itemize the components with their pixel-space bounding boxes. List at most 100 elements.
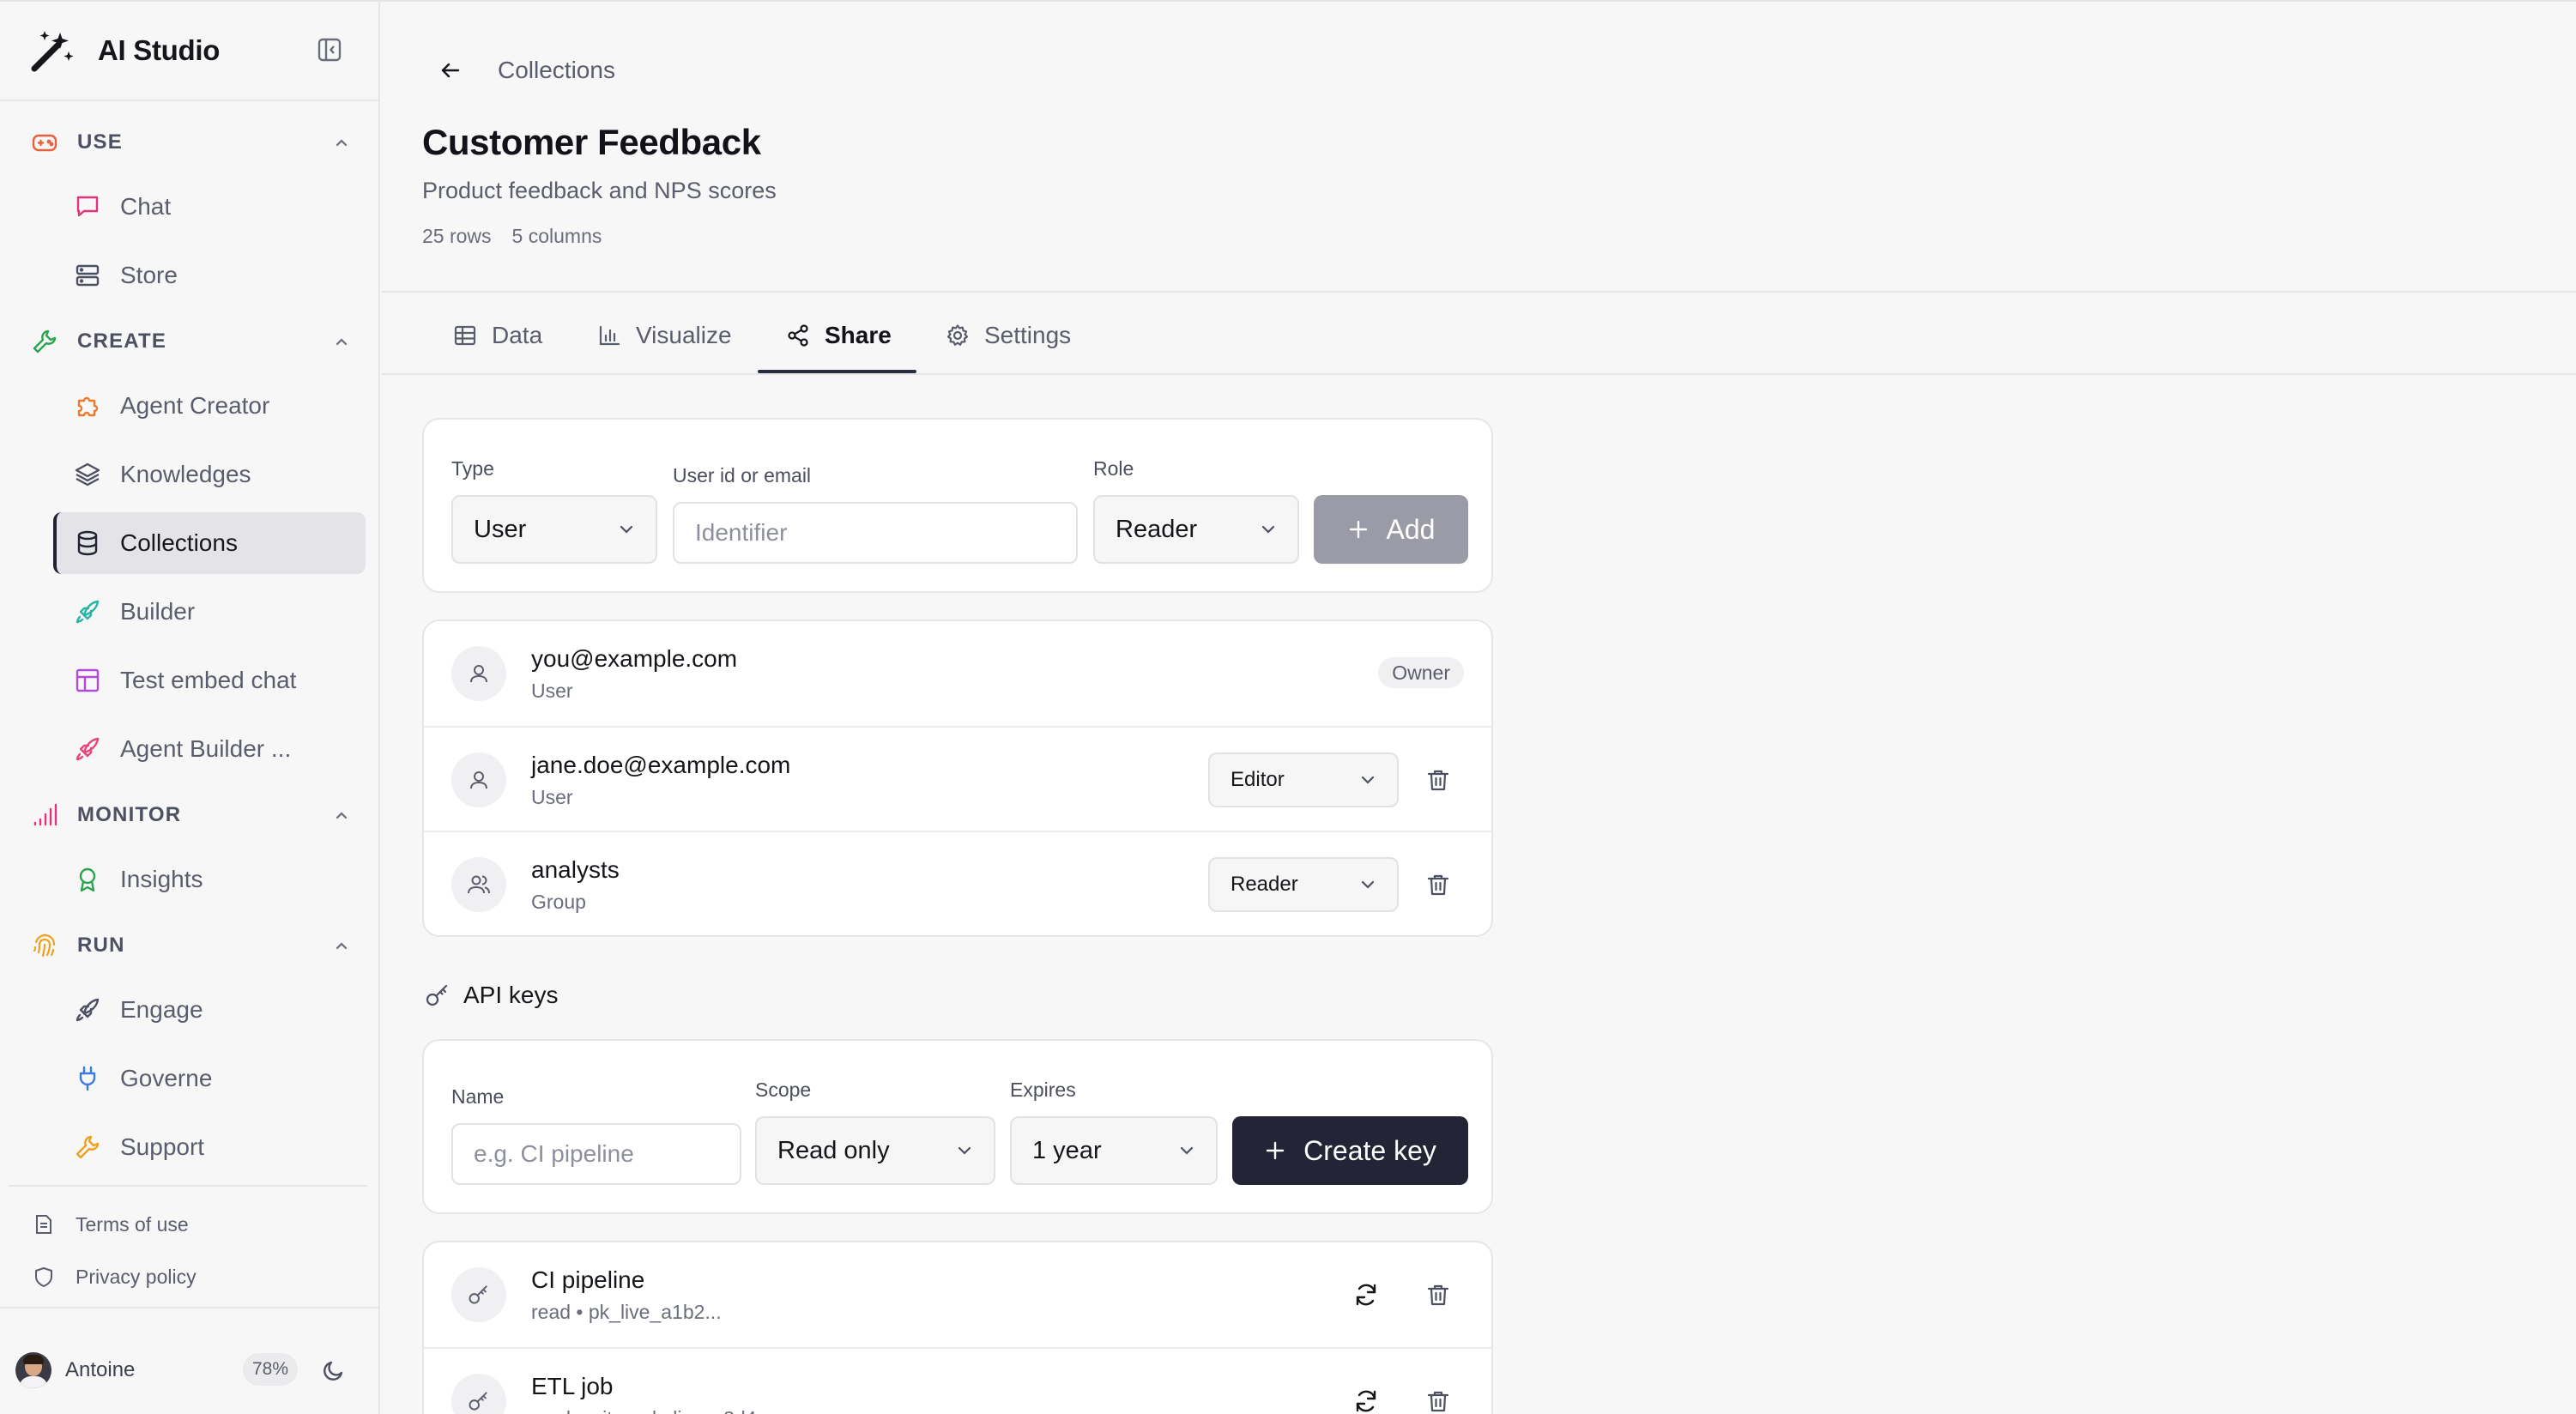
key-name-label: Name: [451, 1085, 505, 1108]
arrow-left-icon[interactable]: [433, 53, 468, 88]
app-title: AI Studio: [98, 34, 221, 66]
sidebar-item-store[interactable]: Store: [53, 245, 366, 306]
tab-data[interactable]: Data: [450, 298, 542, 373]
plus-icon: [1349, 520, 1367, 539]
page-meta: 25 rows 5 columns: [422, 225, 602, 248]
trash-icon[interactable]: [1423, 1386, 1454, 1414]
member-role-value: Reader: [1231, 873, 1298, 896]
tab-label: Data: [492, 322, 543, 348]
tab-settings[interactable]: Settings: [943, 298, 1071, 373]
chevron-down-icon: [1255, 516, 1282, 543]
api-key-detail: read_write • pk_live_c3d4...: [531, 1407, 773, 1414]
column-count: 5 columns: [511, 225, 602, 247]
tabs-divider: [382, 373, 2576, 375]
sidebar-item-builder[interactable]: Builder: [53, 581, 366, 643]
share-form-card: Type User User id or email Role Reader A…: [422, 418, 1493, 593]
expires-select[interactable]: 1 year: [1010, 1116, 1218, 1185]
expires-label: Expires: [1010, 1079, 1076, 1101]
user-bar[interactable]: Antoine 78%: [15, 1349, 367, 1392]
refresh-icon[interactable]: [1351, 1279, 1382, 1310]
sidebar-item-label: Knowledges: [120, 461, 251, 487]
member-row: analysts Group Reader: [424, 831, 1491, 935]
users-icon: [451, 857, 506, 912]
role-label: Role: [1093, 457, 1134, 480]
type-label: Type: [451, 457, 494, 480]
api-key-detail: read • pk_live_a1b2...: [531, 1301, 722, 1323]
tab-label: Visualize: [636, 322, 732, 348]
scope-select-value: Read only: [777, 1136, 890, 1164]
privacy-policy-link[interactable]: Privacy policy: [29, 1260, 197, 1294]
terms-of-use-link[interactable]: Terms of use: [29, 1207, 189, 1242]
member-name: analysts: [531, 856, 620, 883]
refresh-icon[interactable]: [1351, 1386, 1382, 1414]
api-keys-list-card: CI pipeline read • pk_live_a1b2... ETL j…: [422, 1241, 1493, 1414]
sidebar-item-engage[interactable]: Engage: [53, 979, 366, 1041]
privacy-policy-label: Privacy policy: [76, 1265, 197, 1288]
shield-icon: [29, 1262, 58, 1291]
tab-share[interactable]: Share: [783, 298, 892, 373]
sidebar-item-agent-builder[interactable]: Agent Builder ...: [53, 718, 366, 780]
puzzle-icon: [70, 389, 105, 423]
create-key-button[interactable]: Create key: [1232, 1116, 1468, 1185]
server-icon: [70, 258, 105, 293]
breadcrumb[interactable]: Collections: [498, 57, 615, 84]
wrench-icon: [70, 1130, 105, 1164]
page-title: Customer Feedback: [422, 122, 761, 162]
user-name: Antoine: [65, 1358, 136, 1381]
key-name-input[interactable]: [474, 1140, 740, 1168]
sidebar-item-knowledges[interactable]: Knowledges: [53, 444, 366, 505]
sidebar-item-collections[interactable]: Collections: [53, 512, 366, 574]
sidebar-item-label: Engage: [120, 996, 203, 1023]
type-select-value: User: [474, 515, 527, 543]
member-name: jane.doe@example.com: [531, 752, 791, 778]
member-role-select[interactable]: Editor: [1208, 752, 1399, 807]
section-run[interactable]: RUN: [29, 927, 355, 964]
usage-badge: 78%: [243, 1353, 298, 1386]
sidebar-item-label: Collections: [120, 529, 238, 556]
user-id-input[interactable]: [695, 519, 1076, 547]
sidebar-item-label: Chat: [120, 193, 172, 220]
sidebar-item-agent-creator[interactable]: Agent Creator: [53, 375, 366, 437]
key-icon: [451, 1374, 506, 1414]
tab-label: Share: [825, 322, 892, 348]
sidebar-item-chat[interactable]: Chat: [53, 176, 366, 238]
sidebar-item-governe[interactable]: Governe: [53, 1048, 366, 1109]
section-monitor-label: MONITOR: [77, 803, 182, 826]
sidebar-item-label: Governe: [120, 1065, 213, 1091]
trash-icon[interactable]: [1423, 1279, 1454, 1310]
tab-visualize[interactable]: Visualize: [595, 298, 732, 373]
terms-of-use-label: Terms of use: [76, 1212, 189, 1236]
fingerprint-icon: [29, 930, 60, 961]
section-monitor[interactable]: MONITOR: [29, 796, 355, 834]
role-select[interactable]: Reader: [1093, 495, 1299, 564]
section-create-label: CREATE: [77, 329, 167, 353]
user-icon: [451, 752, 506, 807]
member-kind: Group: [531, 891, 586, 913]
section-use[interactable]: USE: [29, 124, 355, 161]
add-button[interactable]: Add: [1314, 495, 1468, 564]
sidebar-divider: [0, 100, 380, 101]
section-create[interactable]: CREATE: [29, 323, 355, 360]
layout-icon: [70, 663, 105, 698]
sidebar-item-label: Builder: [120, 598, 196, 625]
chevron-down-icon: [1173, 1137, 1200, 1164]
api-key-form-card: Name Scope Read only Expires 1 year Crea…: [422, 1039, 1493, 1214]
add-button-label: Add: [1386, 513, 1436, 545]
trash-icon[interactable]: [1423, 869, 1454, 900]
sidebar-item-label: Store: [120, 262, 178, 288]
type-select[interactable]: User: [451, 495, 657, 564]
chevron-up-icon: [328, 129, 355, 156]
trash-icon[interactable]: [1423, 764, 1454, 795]
award-icon: [70, 862, 105, 897]
sidebar-collapse-icon[interactable]: [312, 33, 347, 67]
row-count: 25 rows: [422, 225, 492, 247]
scope-select[interactable]: Read only: [755, 1116, 995, 1185]
header-divider: [382, 291, 2576, 293]
moon-icon[interactable]: [316, 1352, 352, 1388]
sidebar-item-insights[interactable]: Insights: [53, 849, 366, 910]
member-role-select[interactable]: Reader: [1208, 857, 1399, 912]
chevron-down-icon: [613, 516, 640, 543]
main-content: Collections Customer Feedback Product fe…: [382, 2, 2576, 1414]
sidebar-item-support[interactable]: Support: [53, 1116, 366, 1178]
sidebar-item-test-embed-chat[interactable]: Test embed chat: [53, 650, 366, 711]
